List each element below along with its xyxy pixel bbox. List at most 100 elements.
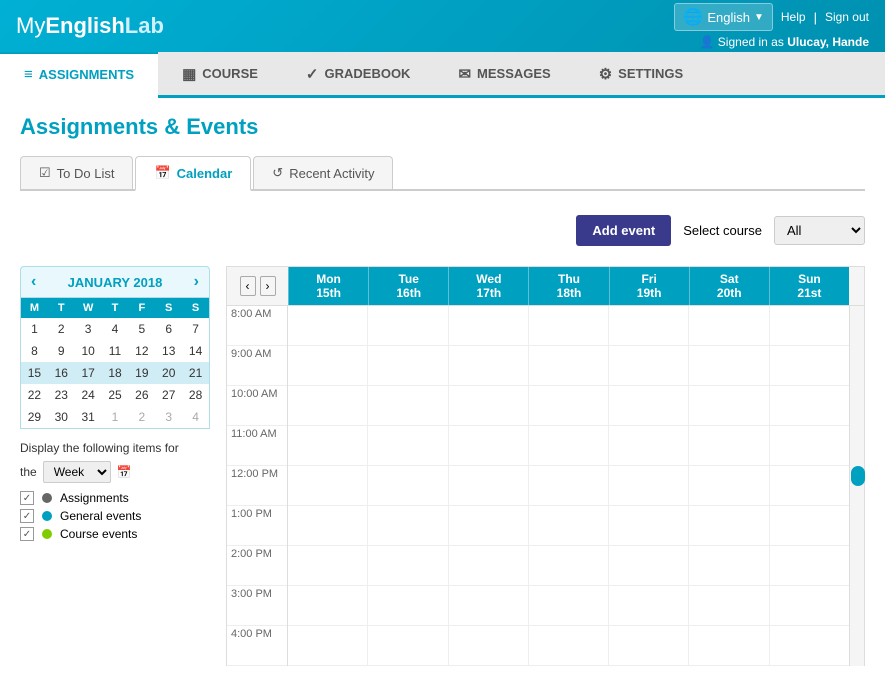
mini-cal-date[interactable]: 21: [182, 362, 209, 384]
mini-cal-date[interactable]: 1: [21, 318, 48, 340]
select-course-dropdown[interactable]: All Course 1 Course 2: [774, 216, 865, 245]
page-title: Assignments & Events: [20, 114, 865, 140]
general-events-legend-label: General events: [60, 509, 141, 523]
mini-cal-date[interactable]: 29: [21, 406, 48, 428]
course-events-dot: [42, 529, 52, 539]
day-col-fri: [609, 306, 689, 666]
mini-cal-date[interactable]: 15: [21, 362, 48, 384]
user-name-link[interactable]: Ulucay, Hande: [787, 35, 869, 49]
help-link[interactable]: Help: [781, 10, 806, 24]
scrollbar-thumb: [851, 466, 865, 486]
logo-my: My: [16, 13, 45, 38]
nav-assignments-label: ASSIGNMENTS: [39, 67, 134, 82]
day-header-sat: S: [155, 298, 182, 318]
header-top-right: 🌐 English ▼ Help | Sign out: [674, 3, 869, 31]
mini-cal-date[interactable]: 25: [102, 384, 129, 406]
mini-cal-date[interactable]: 1: [102, 406, 129, 428]
mini-cal-prev-button[interactable]: ‹: [31, 273, 36, 291]
recent-tab-icon: ↺: [272, 165, 283, 181]
day-header-fri: F: [128, 298, 155, 318]
mini-cal-date[interactable]: 7: [182, 318, 209, 340]
signed-in-label: Signed in as: [718, 35, 784, 49]
mini-cal-dates: 1 2 3 4 5 6 7 8 9 10 11 12 13 14 15: [21, 318, 209, 428]
day-header-thu: Thu 18th: [528, 267, 608, 305]
mini-cal-date[interactable]: 22: [21, 384, 48, 406]
nav-item-course[interactable]: ▦ COURSE: [158, 52, 282, 98]
day-header-mon: Mon 15th: [288, 267, 368, 305]
mini-cal-date[interactable]: 10: [75, 340, 102, 362]
language-selector[interactable]: 🌐 English ▼: [674, 3, 772, 31]
assignments-dot: [42, 493, 52, 503]
user-icon: 👤: [700, 35, 715, 49]
mini-cal-date[interactable]: 16: [48, 362, 75, 384]
course-events-checkbox[interactable]: [20, 527, 34, 541]
tab-calendar[interactable]: 📅 Calendar: [135, 156, 251, 191]
mini-cal-date[interactable]: 23: [48, 384, 75, 406]
mini-cal-date[interactable]: 12: [128, 340, 155, 362]
week-prev-button[interactable]: ‹: [240, 276, 256, 296]
mini-cal-date[interactable]: 3: [155, 406, 182, 428]
day-header-tue: T: [48, 298, 75, 318]
mini-cal-date[interactable]: 4: [102, 318, 129, 340]
globe-icon: 🌐: [683, 7, 703, 27]
dropdown-arrow-icon: ▼: [754, 12, 764, 23]
add-event-button[interactable]: Add event: [576, 215, 671, 246]
week-nav: ‹ ›: [226, 266, 288, 306]
mini-cal-date[interactable]: 2: [128, 406, 155, 428]
day-header-fri: Fri 19th: [609, 267, 689, 305]
day-col-wed: [449, 306, 529, 666]
mini-cal-date[interactable]: 11: [102, 340, 129, 362]
week-dropdown[interactable]: Week Month Day: [43, 461, 111, 483]
mini-cal-date[interactable]: 18: [102, 362, 129, 384]
time-4pm: 4:00 PM: [227, 626, 287, 666]
mini-cal-date[interactable]: 9: [48, 340, 75, 362]
course-events-legend-label: Course events: [60, 527, 137, 541]
day-header-tue: Tue 16th: [368, 267, 448, 305]
nav-item-gradebook[interactable]: ✓ GRADEBOOK: [282, 52, 435, 98]
tab-recent-activity[interactable]: ↺ Recent Activity: [253, 156, 393, 189]
mini-cal-date[interactable]: 19: [128, 362, 155, 384]
mini-cal-date[interactable]: 28: [182, 384, 209, 406]
mini-cal-date[interactable]: 31: [75, 406, 102, 428]
nav-course-label: COURSE: [202, 66, 258, 81]
mini-cal-next-button[interactable]: ›: [194, 273, 199, 291]
nav-item-settings[interactable]: ⚙ SETTINGS: [575, 52, 707, 98]
mini-cal-date[interactable]: 5: [128, 318, 155, 340]
week-next-button[interactable]: ›: [260, 276, 276, 296]
time-1pm: 1:00 PM: [227, 506, 287, 546]
day-header-thu: T: [102, 298, 129, 318]
mini-cal-date[interactable]: 30: [48, 406, 75, 428]
todo-tab-icon: ☑: [39, 165, 51, 181]
assignments-checkbox[interactable]: [20, 491, 34, 505]
general-events-checkbox[interactable]: [20, 509, 34, 523]
mini-cal-date[interactable]: 8: [21, 340, 48, 362]
scrollbar-top: [849, 266, 865, 306]
mini-cal-date[interactable]: 20: [155, 362, 182, 384]
legend-course-events: Course events: [20, 527, 210, 541]
nav-item-messages[interactable]: ✉ MESSAGES: [434, 52, 574, 98]
mini-cal-date[interactable]: 3: [75, 318, 102, 340]
calendar-content: ‹ JANUARY 2018 › M T W T F S S 1 2: [20, 266, 865, 666]
time-12pm: 12:00 PM: [227, 466, 287, 506]
recent-tab-label: Recent Activity: [289, 166, 374, 181]
scrollbar[interactable]: [849, 306, 865, 666]
nav-item-assignments[interactable]: ≡ ASSIGNMENTS: [0, 52, 158, 98]
mini-cal-date[interactable]: 17: [75, 362, 102, 384]
nav-bar: ≡ ASSIGNMENTS ▦ COURSE ✓ GRADEBOOK ✉ MES…: [0, 52, 885, 98]
day-header-mon: M: [21, 298, 48, 318]
signed-in-text: 👤 Signed in as Ulucay, Hande: [700, 35, 870, 49]
mini-cal-date[interactable]: 13: [155, 340, 182, 362]
mini-cal-date[interactable]: 4: [182, 406, 209, 428]
nav-settings-label: SETTINGS: [618, 66, 683, 81]
mini-cal-date[interactable]: 6: [155, 318, 182, 340]
mini-cal-date[interactable]: 24: [75, 384, 102, 406]
logo: MyEnglishLab: [16, 13, 164, 39]
time-8am: 8:00 AM: [227, 306, 287, 346]
mini-cal-date[interactable]: 27: [155, 384, 182, 406]
tab-todo[interactable]: ☑ To Do List: [20, 156, 133, 189]
mini-cal-month-year: JANUARY 2018: [68, 275, 163, 290]
mini-cal-date[interactable]: 2: [48, 318, 75, 340]
mini-cal-date[interactable]: 26: [128, 384, 155, 406]
mini-cal-date[interactable]: 14: [182, 340, 209, 362]
signout-link[interactable]: Sign out: [825, 10, 869, 24]
